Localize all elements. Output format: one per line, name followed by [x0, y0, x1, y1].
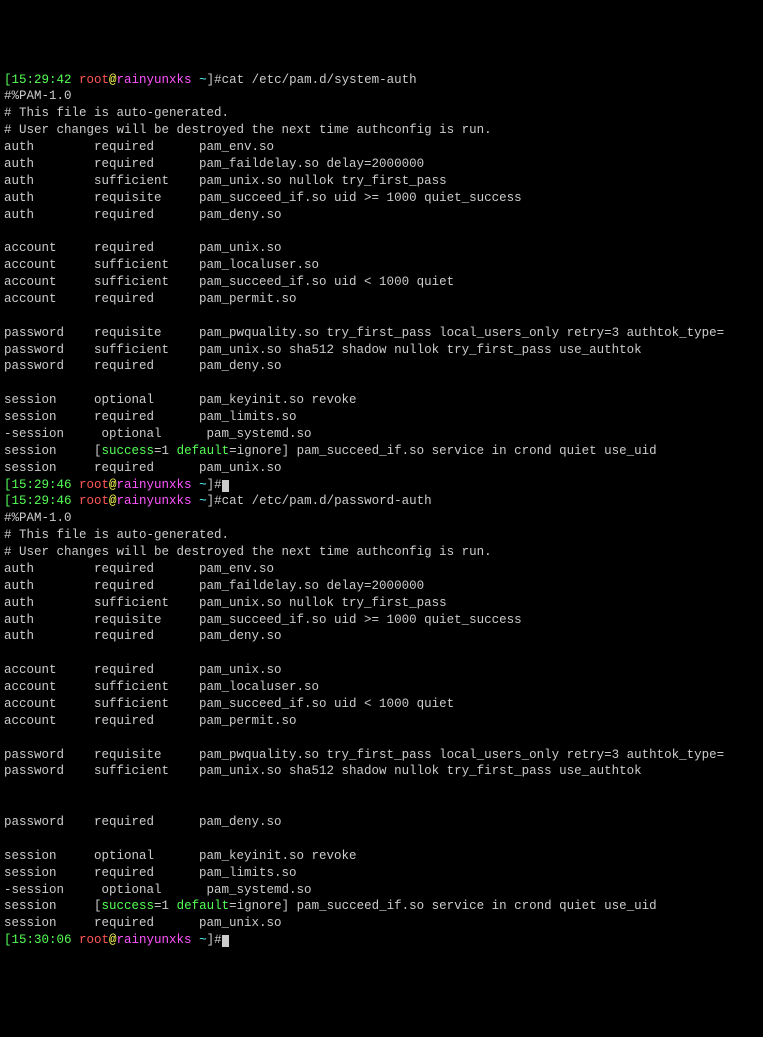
cwd: ~ [192, 933, 207, 947]
cursor-icon [222, 935, 229, 947]
file-line: session required pam_unix.so [4, 916, 282, 930]
at: @ [109, 478, 117, 492]
user: root [79, 494, 109, 508]
prompt-hash: ]# [207, 478, 222, 492]
file-line: session [success=1 default=ignore] pam_s… [4, 444, 657, 458]
at: @ [109, 73, 117, 87]
file-line: account required pam_permit.so [4, 714, 297, 728]
file-line: account required pam_permit.so [4, 292, 297, 306]
hostname: rainyunxks [117, 73, 192, 87]
file-line: account sufficient pam_succeed_if.so uid… [4, 697, 454, 711]
prompt-hash: ]# [207, 73, 222, 87]
file-line: auth required pam_env.so [4, 562, 274, 576]
command-text: cat /etc/pam.d/password-auth [222, 494, 432, 508]
file-line: #%PAM-1.0 [4, 89, 72, 103]
file-line: # This file is auto-generated. [4, 528, 229, 542]
timestamp: [15:30:06 [4, 933, 79, 947]
file-line: -session optional pam_systemd.so [4, 883, 312, 897]
user: root [79, 73, 109, 87]
prompt-hash: ]# [207, 933, 222, 947]
file-line: session required pam_limits.so [4, 866, 297, 880]
file-line: session required pam_unix.so [4, 461, 282, 475]
user: root [79, 478, 109, 492]
file-line: password sufficient pam_unix.so sha512 s… [4, 343, 642, 357]
timestamp: [15:29:42 [4, 73, 79, 87]
hostname: rainyunxks [117, 933, 192, 947]
pam-keyword: success [102, 899, 155, 913]
command-text: cat /etc/pam.d/system-auth [222, 73, 417, 87]
pam-keyword: success [102, 444, 155, 458]
file-line: # User changes will be destroyed the nex… [4, 123, 492, 137]
file-line: account sufficient pam_localuser.so [4, 680, 319, 694]
file-line: auth required pam_faildelay.so delay=200… [4, 157, 424, 171]
cursor-icon [222, 480, 229, 492]
user: root [79, 933, 109, 947]
file-line: -session optional pam_systemd.so [4, 427, 312, 441]
timestamp: [15:29:46 [4, 478, 79, 492]
file-line: auth required pam_env.so [4, 140, 274, 154]
file-line: account required pam_unix.so [4, 241, 282, 255]
file-line: auth sufficient pam_unix.so nullok try_f… [4, 174, 447, 188]
file-line: password required pam_deny.so [4, 815, 282, 829]
cwd: ~ [192, 478, 207, 492]
hostname: rainyunxks [117, 478, 192, 492]
file-line: auth sufficient pam_unix.so nullok try_f… [4, 596, 447, 610]
prompt-line-3: [15:29:46 root@rainyunxks ~]#cat /etc/pa… [4, 494, 432, 508]
hostname: rainyunxks [117, 494, 192, 508]
file-line: session optional pam_keyinit.so revoke [4, 849, 357, 863]
cwd: ~ [192, 73, 207, 87]
file-line: account sufficient pam_localuser.so [4, 258, 319, 272]
file-line: # User changes will be destroyed the nex… [4, 545, 492, 559]
file-line: account required pam_unix.so [4, 663, 282, 677]
file-line: auth requisite pam_succeed_if.so uid >= … [4, 191, 522, 205]
file-line: #%PAM-1.0 [4, 511, 72, 525]
file-line: session [success=1 default=ignore] pam_s… [4, 899, 657, 913]
file-line: # This file is auto-generated. [4, 106, 229, 120]
prompt-hash: ]# [207, 494, 222, 508]
file-line: auth requisite pam_succeed_if.so uid >= … [4, 613, 522, 627]
terminal-output[interactable]: [15:29:42 root@rainyunxks ~]#cat /etc/pa… [4, 72, 759, 950]
pam-keyword: default [177, 444, 230, 458]
at: @ [109, 933, 117, 947]
prompt-line-4: [15:30:06 root@rainyunxks ~]# [4, 933, 229, 947]
prompt-line-1: [15:29:42 root@rainyunxks ~]#cat /etc/pa… [4, 73, 417, 87]
at: @ [109, 494, 117, 508]
cwd: ~ [192, 494, 207, 508]
file-line: account sufficient pam_succeed_if.so uid… [4, 275, 454, 289]
file-line: password requisite pam_pwquality.so try_… [4, 326, 724, 340]
file-line: auth required pam_faildelay.so delay=200… [4, 579, 424, 593]
file-line: password required pam_deny.so [4, 359, 282, 373]
prompt-line-2: [15:29:46 root@rainyunxks ~]# [4, 478, 229, 492]
timestamp: [15:29:46 [4, 494, 79, 508]
file-line: password requisite pam_pwquality.so try_… [4, 748, 724, 762]
file-line: session optional pam_keyinit.so revoke [4, 393, 357, 407]
file-line: password sufficient pam_unix.so sha512 s… [4, 764, 642, 778]
file-line: session required pam_limits.so [4, 410, 297, 424]
file-line: auth required pam_deny.so [4, 629, 282, 643]
pam-keyword: default [177, 899, 230, 913]
file-line: auth required pam_deny.so [4, 208, 282, 222]
